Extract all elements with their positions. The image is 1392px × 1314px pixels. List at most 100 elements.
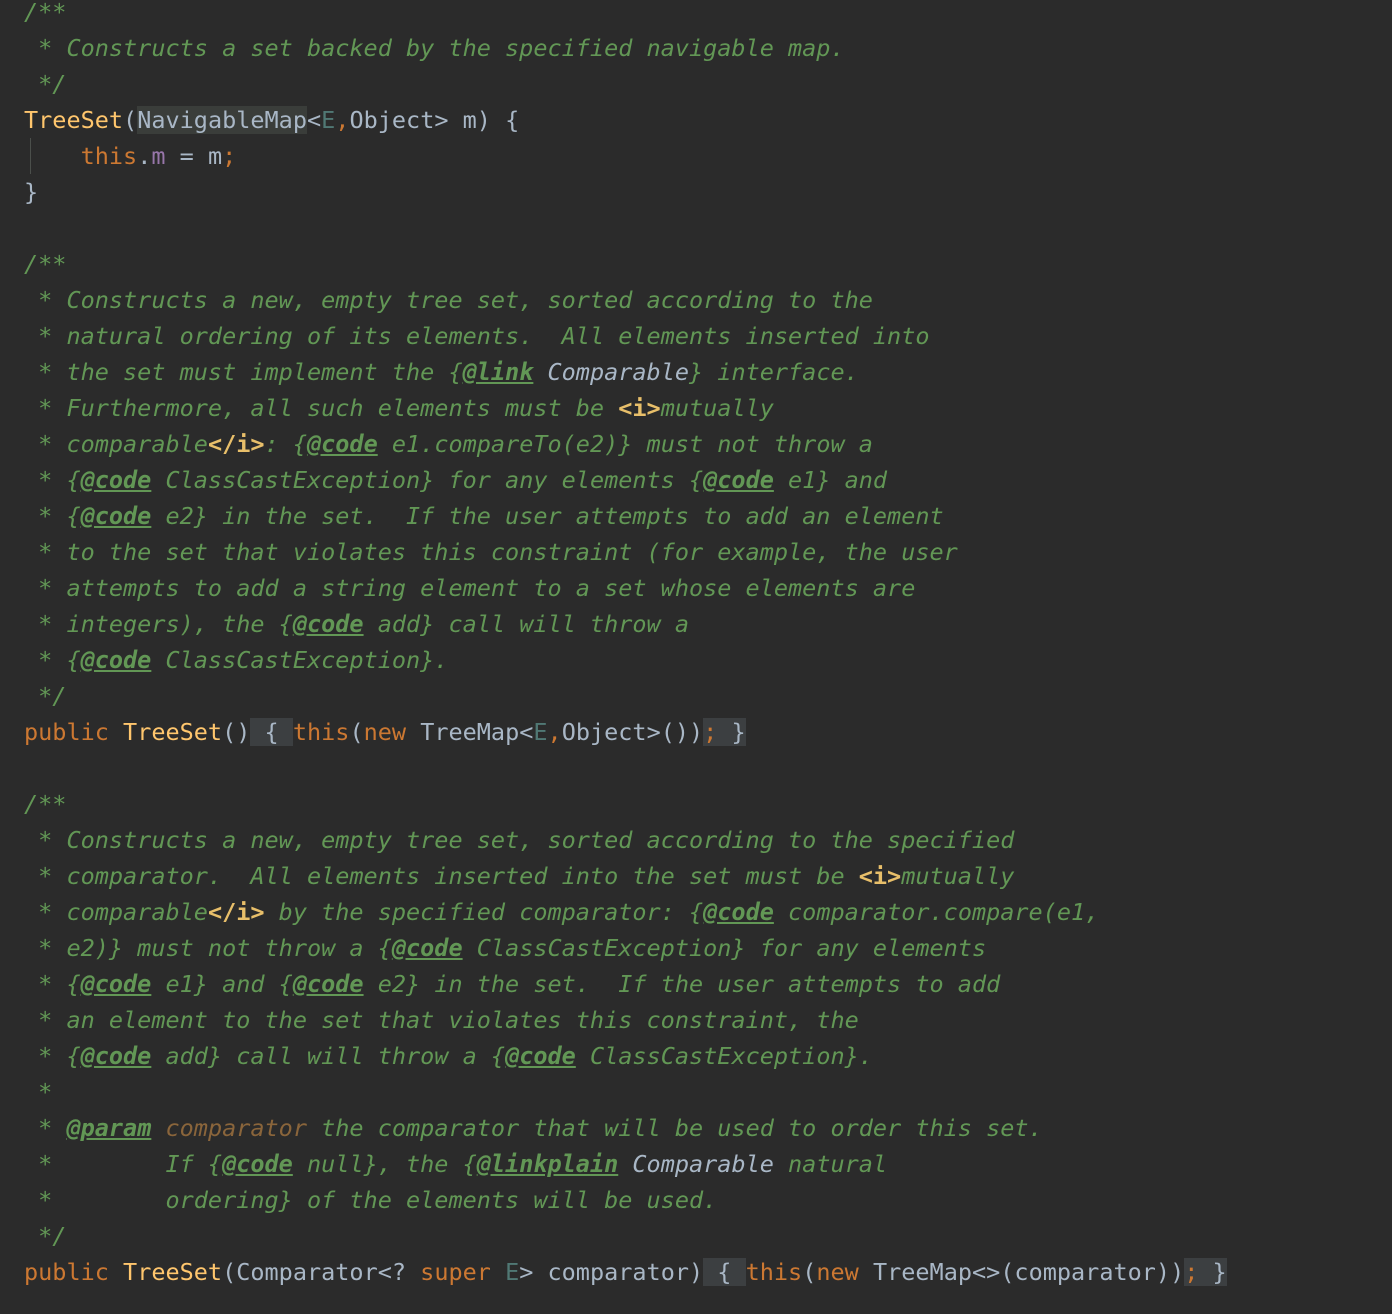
code-token: @code (391, 934, 463, 962)
code-token: Comparable (632, 1150, 774, 1178)
code-token: @linkplain (476, 1150, 619, 1178)
code-line[interactable]: * {@code e2} in the set. If the user att… (24, 498, 944, 534)
code-token: @param (66, 1114, 152, 1142)
code-token: </i> (207, 430, 265, 458)
code-token: add} call will throw a (363, 610, 689, 638)
code-token: /** (24, 790, 67, 818)
code-token: @code (505, 1042, 576, 1070)
code-token: natural (773, 1150, 888, 1178)
code-line[interactable]: */ (24, 66, 66, 102)
code-line[interactable]: * Constructs a set backed by the specifi… (24, 30, 844, 66)
code-token: e1.compareTo(e2)} must not throw a (377, 430, 873, 458)
code-token: * If { (24, 1150, 223, 1178)
code-token: @link (462, 358, 534, 386)
code-token: ( (349, 718, 364, 746)
code-line[interactable]: * (24, 1074, 52, 1110)
code-token: * to the set that violates this constrai… (24, 538, 958, 566)
code-token: <i> (858, 862, 902, 890)
code-token: add} call will throw a { (151, 1042, 506, 1070)
code-line[interactable]: * an element to the set that violates th… (24, 1002, 859, 1038)
code-token: ; (1184, 1258, 1199, 1286)
code-line[interactable]: * attempts to add a string element to a … (24, 570, 915, 606)
code-token: * ordering} of the elements will be used… (24, 1186, 718, 1214)
code-line[interactable]: /** (24, 0, 66, 30)
code-line[interactable]: * @param comparator the comparator that … (24, 1110, 1043, 1146)
code-line[interactable]: * Furthermore, all such elements must be… (24, 390, 774, 426)
code-token: </i> (207, 898, 265, 926)
code-token: * Constructs a new, empty tree set, sort… (24, 286, 873, 314)
code-token: e1} and { (151, 970, 293, 998)
code-editor[interactable]: /** * Constructs a set backed by the spe… (0, 0, 1392, 1314)
code-line[interactable]: * {@code ClassCastException} for any ele… (24, 462, 887, 498)
code-token: E (505, 1258, 520, 1286)
code-line[interactable]: * ordering} of the elements will be used… (24, 1182, 717, 1218)
code-token: public (24, 1258, 124, 1286)
code-token: NavigableMap (137, 106, 307, 134)
code-token: public (24, 718, 124, 746)
code-line[interactable]: * e2)} must not throw a {@code ClassCast… (24, 930, 986, 966)
code-token: TreeSet (24, 106, 124, 134)
code-token: } interface. (689, 358, 859, 386)
code-token: */ (24, 682, 67, 710)
code-token: this (80, 142, 138, 170)
code-token: , (547, 718, 562, 746)
code-line[interactable]: */ (24, 1218, 66, 1254)
code-token: @code (703, 466, 774, 494)
code-token: ClassCastException} for any elements (462, 934, 987, 962)
code-token: E (321, 106, 336, 134)
code-token: = m (165, 142, 223, 170)
code-token: <i> (618, 394, 661, 422)
code-line[interactable]: * to the set that violates this constrai… (24, 534, 958, 570)
code-token: * e2)} must not throw a { (24, 934, 392, 962)
code-token: /** (24, 250, 67, 278)
code-token: comparator.compare(e1, (773, 898, 1100, 926)
code-token: ClassCastException}. (151, 646, 449, 674)
code-token: * Furthermore, all such elements must be (24, 394, 619, 422)
code-token: Comparable (547, 358, 689, 386)
code-line[interactable]: TreeSet(NavigableMap<E,Object> m) { (24, 102, 519, 138)
code-token: @code (80, 646, 152, 674)
code-token: new (363, 718, 421, 746)
code-token: mutually (660, 394, 774, 422)
code-token: * an element to the set that violates th… (24, 1006, 859, 1034)
code-line[interactable]: public TreeSet() { this(new TreeMap<E,Ob… (24, 714, 746, 750)
code-line[interactable]: /** (24, 246, 66, 282)
code-line[interactable]: /** (24, 786, 66, 822)
code-token: E (533, 718, 548, 746)
code-token: */ (24, 1222, 67, 1250)
code-line[interactable]: } (24, 174, 38, 210)
code-line[interactable]: * the set must implement the {@link Comp… (24, 354, 859, 390)
code-token: * comparable (24, 898, 208, 926)
code-line[interactable]: * comparable</i> by the specified compar… (24, 894, 1099, 930)
code-token: by the specified comparator: { (264, 898, 704, 926)
code-line[interactable]: * comparable</i>: {@code e1.compareTo(e2… (24, 426, 873, 462)
code-line[interactable]: * Constructs a new, empty tree set, sort… (24, 822, 1014, 858)
code-token: @code (292, 610, 364, 638)
code-token: comparator (165, 1114, 307, 1142)
code-line[interactable]: * {@code ClassCastException}. (24, 642, 448, 678)
code-line[interactable]: * Constructs a new, empty tree set, sort… (24, 282, 873, 318)
code-token: * the set must implement the { (24, 358, 463, 386)
code-token: < (306, 106, 322, 134)
code-line[interactable]: */ (24, 678, 66, 714)
code-token: * comparable (24, 430, 208, 458)
code-token: * (24, 1078, 53, 1106)
code-token: @code (703, 898, 774, 926)
code-token: * { (24, 970, 81, 998)
code-token: this (745, 1258, 803, 1286)
code-line[interactable]: * {@code add} call will throw a {@code C… (24, 1038, 873, 1074)
code-token: * comparator. All elements inserted into… (24, 862, 859, 890)
code-line[interactable]: this.m = m; (24, 138, 237, 174)
code-line[interactable]: * integers), the {@code add} call will t… (24, 606, 689, 642)
code-line[interactable]: * {@code e1} and {@code e2} in the set. … (24, 966, 1000, 1002)
code-line[interactable]: * If {@code null}, the {@linkplain Compa… (24, 1146, 887, 1182)
code-token: e2} in the set. If the user attempts to … (151, 502, 944, 530)
code-token: mutually (901, 862, 1015, 890)
code-token: { (703, 1258, 746, 1286)
code-line[interactable]: * natural ordering of its elements. All … (24, 318, 929, 354)
code-token: @code (80, 466, 152, 494)
code-line[interactable]: * comparator. All elements inserted into… (24, 858, 1014, 894)
code-line[interactable]: public TreeSet(Comparator<? super E> com… (24, 1254, 1227, 1290)
